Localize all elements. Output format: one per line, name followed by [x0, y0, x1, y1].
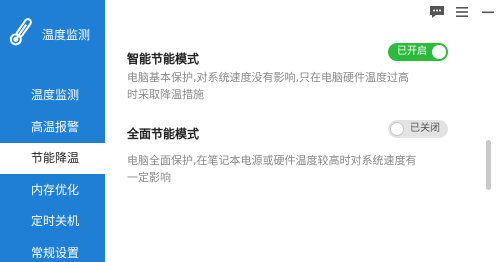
- menu-icon[interactable]: [454, 5, 470, 19]
- window-controls: [420, 0, 500, 24]
- smart-saving-title: 智能节能模式: [127, 52, 200, 66]
- sidebar-item-general-settings[interactable]: 常规设置: [0, 238, 105, 262]
- toggle-knob: [432, 45, 446, 59]
- full-saving-toggle-label: 已关闭: [410, 123, 440, 134]
- toggle-knob: [390, 122, 404, 136]
- smart-saving-toggle[interactable]: 已开启: [388, 43, 448, 61]
- sidebar-item-energy-saving[interactable]: 节能降温: [0, 143, 105, 174]
- thermometer-icon: [9, 18, 32, 46]
- smart-saving-description: 电脑基本保护,对系统速度没有影响,只在电脑硬件温度过高时采取降温措施: [127, 71, 409, 101]
- minimize-icon[interactable]: [480, 5, 496, 19]
- scrollbar-thumb[interactable]: [486, 140, 491, 190]
- sidebar-item-scheduled-shutdown[interactable]: 定时关机: [0, 206, 105, 237]
- full-saving-description: 电脑全面保护,在笔记本电源或硬件温度较高时对系统速度有一定影响: [127, 154, 417, 184]
- sidebar-item-memory-optimize[interactable]: 内存优化: [0, 175, 105, 206]
- app-title: 温度监测: [42, 28, 91, 42]
- sidebar: 温度监测 温度监测 高温报警 节能降温 内存优化 定时关机 常规设置: [0, 0, 105, 262]
- full-saving-title: 全面节能模式: [127, 127, 200, 141]
- chat-feedback-icon[interactable]: [429, 5, 445, 19]
- app-header: 温度监测: [0, 0, 105, 70]
- smart-saving-toggle-label: 已开启: [397, 46, 427, 57]
- sidebar-item-temperature-monitor[interactable]: 温度监测: [0, 80, 105, 111]
- full-saving-toggle[interactable]: 已关闭: [388, 120, 448, 138]
- sidebar-item-high-temp-alarm[interactable]: 高温报警: [0, 112, 105, 143]
